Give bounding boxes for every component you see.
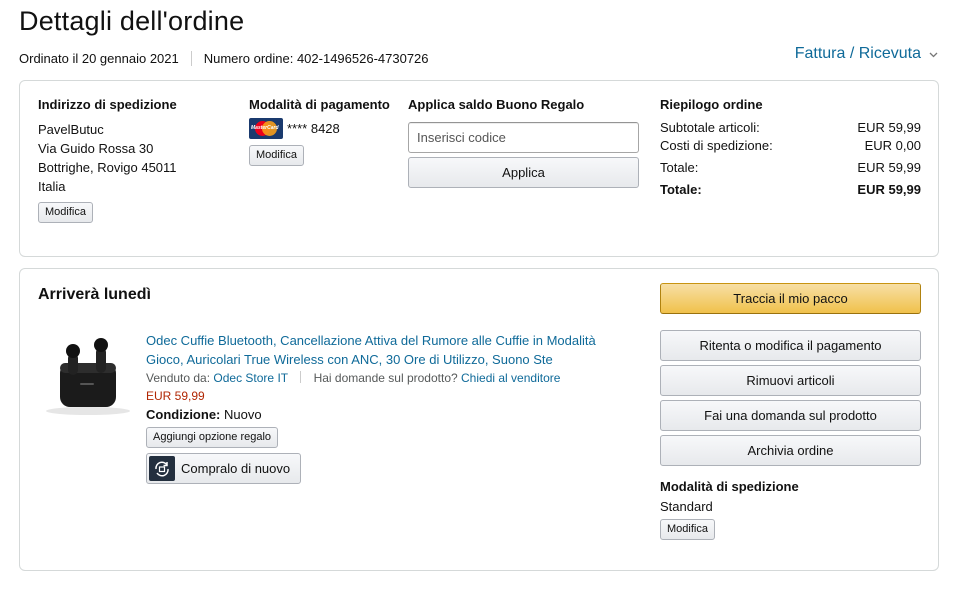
summary-row: Totale: EUR 59,99 bbox=[660, 160, 921, 175]
card-number: **** 8428 bbox=[287, 121, 340, 136]
payment-method: Modalità di pagamento MasterCard **** 84… bbox=[249, 97, 390, 166]
remove-items-button[interactable]: Rimuovi articoli bbox=[660, 365, 921, 396]
product-price: EUR 59,99 bbox=[146, 389, 205, 403]
apply-button[interactable]: Applica bbox=[408, 157, 639, 188]
payment-title: Modalità di pagamento bbox=[249, 97, 390, 112]
summary-total-row: Totale: EUR 59,99 bbox=[660, 182, 921, 197]
summary-row: Subtotale articoli: EUR 59,99 bbox=[660, 120, 921, 135]
earbuds-product-image[interactable] bbox=[42, 333, 134, 417]
shipping-method-title: Modalità di spedizione bbox=[660, 479, 799, 494]
address-street: Via Guido Rossa 30 bbox=[38, 141, 154, 156]
divider bbox=[190, 51, 192, 66]
seller-line: Venduto da: Odec Store IT Hai domande su… bbox=[146, 371, 626, 385]
product-condition: Condizione: Nuovo bbox=[146, 407, 262, 422]
shipment-actions: Traccia il mio pacco Ritenta o modifica … bbox=[660, 283, 921, 540]
address-name: PavelButuc bbox=[38, 122, 104, 137]
invoice-link-label: Fattura / Ricevuta bbox=[794, 45, 921, 62]
ask-seller-link[interactable]: Chiedi al venditore bbox=[461, 371, 560, 385]
order-date: Ordinato il 20 gennaio 2021 bbox=[19, 51, 179, 66]
invoice-link[interactable]: Fattura / Ricevuta bbox=[795, 45, 938, 63]
archive-order-button[interactable]: Archivia ordine bbox=[660, 435, 921, 466]
edit-address-button[interactable]: Modifica bbox=[38, 202, 93, 223]
buy-again-button[interactable]: Compralo di nuovo bbox=[146, 453, 302, 484]
mastercard-icon: MasterCard bbox=[249, 118, 283, 139]
shipment-box: Arriverà lunedì Odec Cuffie Bluetooth, C… bbox=[19, 268, 939, 571]
shipping-address-title: Indirizzo di spedizione bbox=[38, 97, 177, 112]
page-title: Dettagli dell'ordine bbox=[19, 6, 245, 36]
shipping-method-value: Standard bbox=[660, 499, 713, 514]
track-package-button[interactable]: Traccia il mio pacco bbox=[660, 283, 921, 314]
sold-by-label: Venduto da: bbox=[146, 371, 211, 385]
add-gift-option-button[interactable]: Aggiungi opzione regalo bbox=[146, 427, 279, 448]
seller-link[interactable]: Odec Store IT bbox=[213, 371, 287, 385]
product-title-link[interactable]: Odec Cuffie Bluetooth, Cancellazione Att… bbox=[146, 331, 626, 369]
buy-again-label: Compralo di nuovo bbox=[181, 461, 291, 476]
buy-again-icon bbox=[149, 456, 175, 481]
retry-payment-button[interactable]: Ritenta o modifica il pagamento bbox=[660, 330, 921, 361]
order-number: Numero ordine: 402-1496526-4730726 bbox=[203, 51, 429, 66]
address-country: Italia bbox=[38, 179, 66, 194]
question-label: Hai domande sul prodotto? bbox=[313, 371, 458, 385]
summary-title: Riepilogo ordine bbox=[660, 97, 763, 112]
arrival-heading: Arriverà lunedì bbox=[38, 286, 151, 303]
shipping-address: Indirizzo di spedizione PavelButuc Via G… bbox=[38, 97, 177, 223]
edit-payment-button[interactable]: Modifica bbox=[249, 145, 304, 166]
order-meta: Ordinato il 20 gennaio 2021 Numero ordin… bbox=[19, 51, 429, 66]
gift-balance-title: Applica saldo Buono Regalo bbox=[408, 97, 585, 112]
order-summary: Riepilogo ordine Subtotale articoli: EUR … bbox=[660, 97, 921, 197]
product-info: Odec Cuffie Bluetooth, Cancellazione Att… bbox=[146, 331, 626, 484]
divider bbox=[300, 371, 302, 383]
summary-row: Costi di spedizione: EUR 0,00 bbox=[660, 138, 921, 153]
edit-shipping-method-button[interactable]: Modifica bbox=[660, 519, 715, 540]
gift-code-input[interactable] bbox=[408, 122, 639, 153]
ask-question-button[interactable]: Fai una domanda sul prodotto bbox=[660, 400, 921, 431]
address-city: Bottrighe, Rovigo 45011 bbox=[38, 160, 177, 175]
order-info-box: Indirizzo di spedizione PavelButuc Via G… bbox=[19, 80, 939, 257]
chevron-down-icon bbox=[929, 50, 938, 61]
gift-balance: Applica saldo Buono Regalo Applica bbox=[408, 97, 639, 188]
